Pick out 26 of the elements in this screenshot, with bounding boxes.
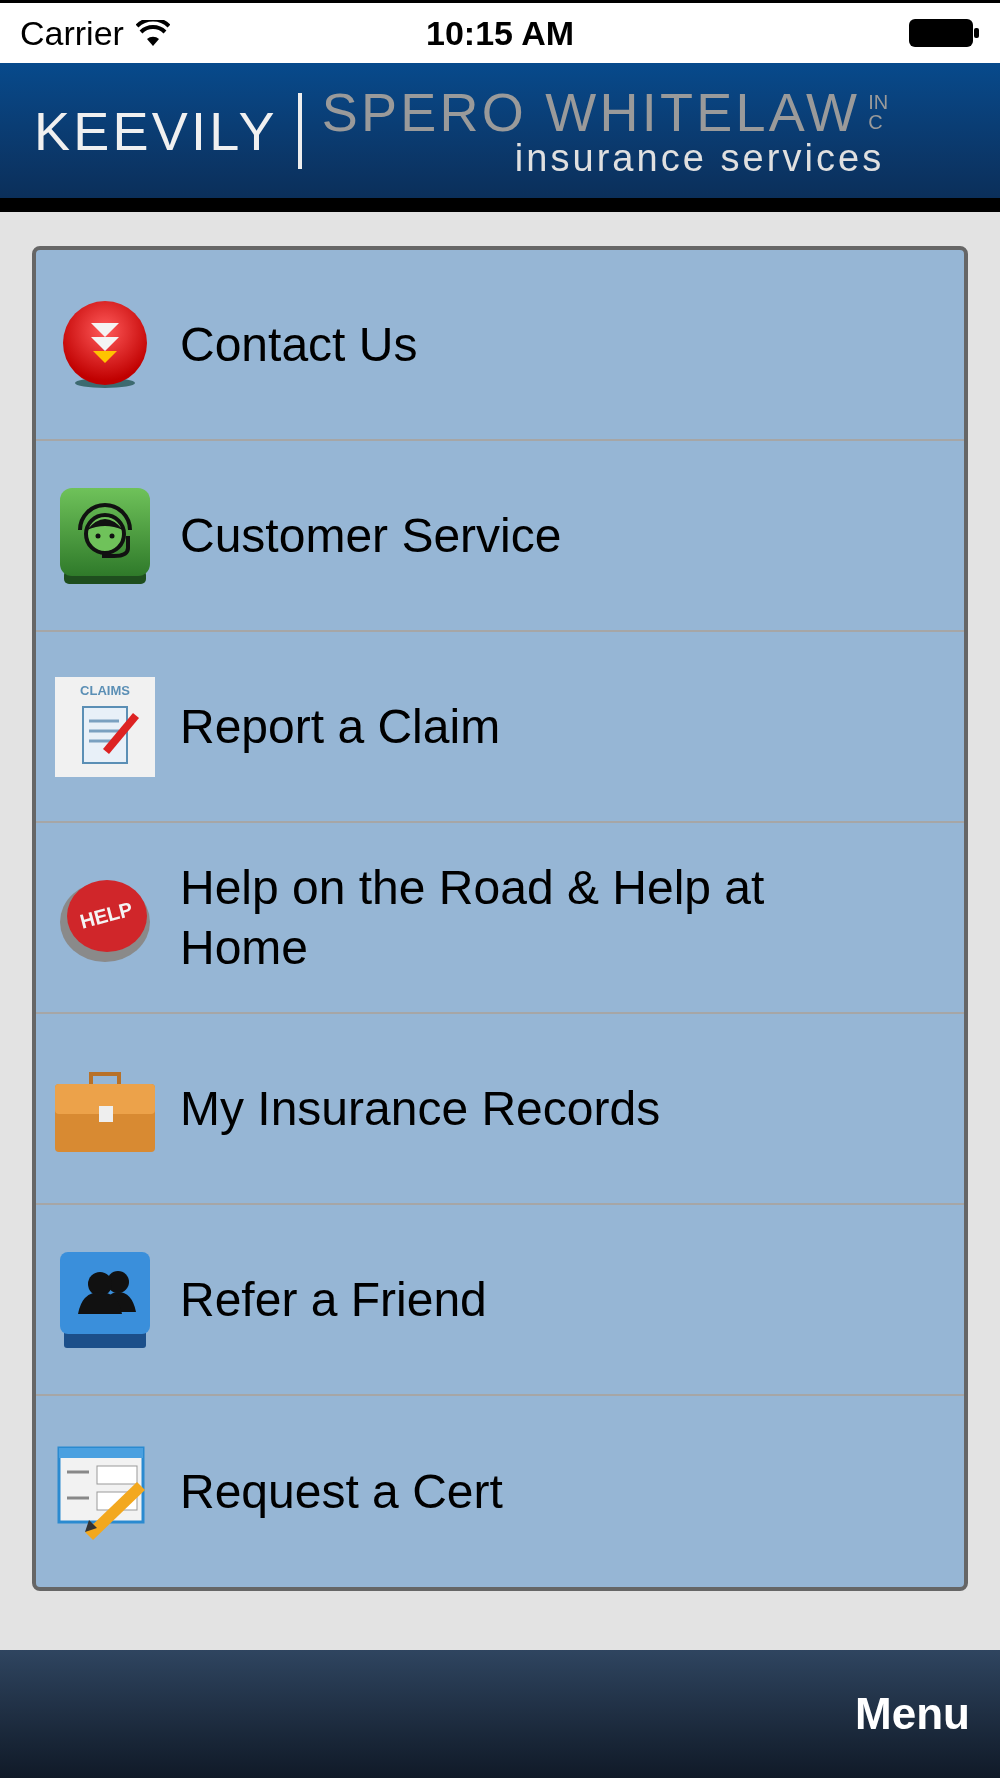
logo-primary: KEEVILY — [34, 103, 278, 158]
menu-item[interactable]: HELP Help on the Road & Help at Home — [36, 823, 964, 1014]
carrier-label: Carrier — [20, 12, 124, 54]
people-icon — [60, 1249, 150, 1350]
menu-item[interactable]: Contact Us — [36, 250, 964, 441]
wifi-icon — [135, 20, 170, 46]
claims-form-icon: CLAIMS — [55, 676, 155, 777]
headset-person-icon — [58, 485, 152, 586]
logo-tagline: insurance services — [514, 138, 885, 177]
battery-icon — [908, 18, 980, 48]
menu-item-label: My Insurance Records — [180, 1080, 661, 1137]
menu-item-label: Contact Us — [180, 316, 418, 373]
menu-item[interactable]: Refer a Friend — [36, 1205, 964, 1396]
logo-suffix: INC — [868, 91, 890, 132]
menu-item-label: Request a Cert — [180, 1463, 503, 1520]
menu-button[interactable]: Menu — [855, 1681, 970, 1747]
logo-secondary: SPERO WHITELAW — [321, 84, 861, 139]
menu-item-label: Report a Claim — [180, 698, 501, 755]
menu-item-label: Refer a Friend — [180, 1271, 487, 1328]
menu-item-label: Help on the Road & Help at Home — [180, 859, 766, 976]
menu-item[interactable]: My Insurance Records — [36, 1014, 964, 1205]
status-time: 10:15 AM — [426, 12, 574, 54]
menu-item[interactable]: Customer Service — [36, 441, 964, 632]
menu-item[interactable]: Request a Cert — [36, 1396, 964, 1587]
menu-item-label: Customer Service — [180, 507, 562, 564]
menu-item[interactable]: CLAIMS Report a Claim — [36, 632, 964, 823]
